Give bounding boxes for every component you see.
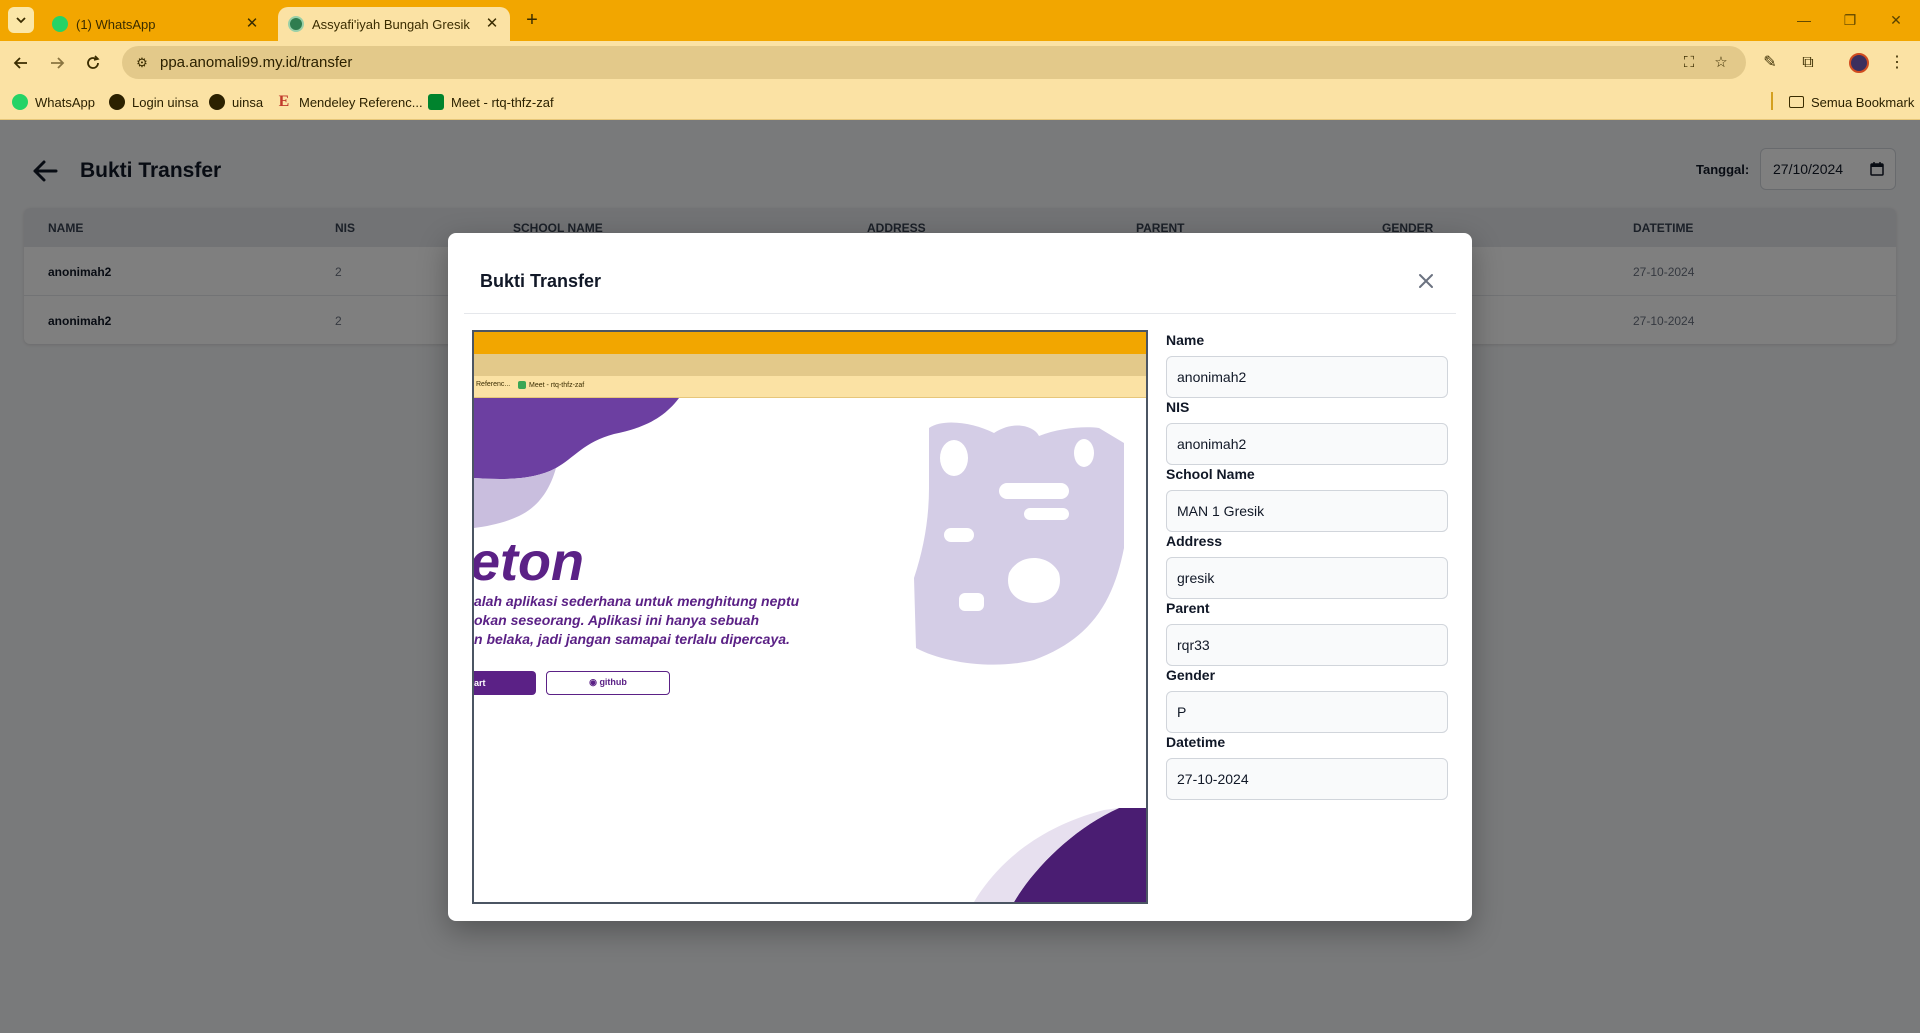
minimize-button[interactable]: —	[1784, 8, 1824, 32]
reload-button[interactable]	[80, 50, 106, 76]
arrow-right-icon	[51, 57, 65, 69]
modal-divider	[464, 313, 1456, 314]
arrow-left-icon	[13, 57, 27, 69]
restore-button[interactable]: ❐	[1830, 8, 1870, 32]
forward-button[interactable]	[44, 50, 70, 76]
field-label: School Name	[1166, 466, 1255, 482]
all-bookmarks-label: Semua Bookmark	[1811, 94, 1915, 110]
tab-title: Assyafi'iyah Bungah Gresik	[312, 16, 470, 32]
address-bar[interactable]: ⚙ ppa.anomali99.my.id/transfer ⛶ ☆	[122, 46, 1746, 79]
tab-whatsapp[interactable]: (1) WhatsApp ✕	[42, 7, 270, 41]
preview-heading: eton	[472, 532, 584, 592]
close-icon[interactable]: ✕	[484, 16, 500, 32]
field-name: Name anonimah2	[1166, 330, 1450, 398]
window-close-button[interactable]: ✕	[1876, 8, 1916, 32]
preview-line: okan seseorang. Aplikasi ini hanya sebua…	[474, 612, 760, 628]
site-favicon-icon	[288, 16, 304, 32]
transfer-proof-image: Referenc... Meet - rtq-thfz-zaf eton ala…	[472, 330, 1148, 904]
school-name-input[interactable]: MAN 1 Gresik	[1166, 490, 1448, 532]
whatsapp-icon	[12, 94, 28, 110]
bookmark-label: Mendeley Referenc...	[299, 94, 423, 110]
meet-icon	[518, 381, 526, 389]
bookmark-label: Login uinsa	[132, 94, 199, 110]
bookmark-label: WhatsApp	[35, 94, 95, 110]
bookmark-mendeley[interactable]: E Mendeley Referenc...	[276, 93, 423, 111]
address-input[interactable]: gresik	[1166, 557, 1448, 599]
back-button[interactable]	[8, 50, 34, 76]
preview-github-button: ◉ github	[546, 671, 670, 695]
all-bookmarks[interactable]: Semua Bookmark	[1789, 93, 1914, 111]
bookmark-login-uinsa[interactable]: Login uinsa	[109, 93, 199, 111]
field-parent: Parent rqr33	[1166, 598, 1450, 666]
field-gender: Gender P	[1166, 665, 1450, 733]
preview-bookmark-label: Meet - rtq-thfz-zaf	[529, 381, 585, 389]
preview-toolbar	[474, 354, 1146, 376]
nis-input[interactable]: anonimah2	[1166, 423, 1448, 465]
translate-icon[interactable]: ⛶	[1678, 52, 1700, 74]
field-address: Address gresik	[1166, 531, 1450, 599]
preview-line: n belaka, jadi jangan samapai terlalu di…	[474, 631, 790, 647]
browser-tab-bar: (1) WhatsApp ✕ Assyafi'iyah Bungah Gresi…	[0, 0, 1920, 41]
field-label: Parent	[1166, 600, 1210, 616]
close-icon[interactable]: ✕	[244, 16, 260, 32]
field-nis: NIS anonimah2	[1166, 397, 1450, 465]
datetime-input[interactable]: 27-10-2024	[1166, 758, 1448, 800]
mendeley-icon: E	[278, 93, 290, 110]
preview-line: alah aplikasi sederhana untuk menghitung…	[474, 593, 800, 609]
gender-input[interactable]: P	[1166, 691, 1448, 733]
preview-github-label: github	[599, 677, 627, 687]
bookmark-label: Meet - rtq-thfz-zaf	[451, 94, 554, 110]
field-datetime: Datetime 27-10-2024	[1166, 732, 1450, 800]
preview-bookmark-meet: Meet - rtq-thfz-zaf	[518, 381, 584, 389]
transfer-proof-modal: Bukti Transfer Referenc... Meet - rtq-th…	[448, 233, 1472, 921]
bookmarks-separator	[1771, 92, 1773, 110]
bookmark-uinsa[interactable]: uinsa	[209, 93, 263, 111]
preview-bookmarks-bar: Referenc... Meet - rtq-thfz-zaf	[474, 376, 1146, 398]
parent-input[interactable]: rqr33	[1166, 624, 1448, 666]
reload-icon	[87, 55, 100, 69]
bookmark-whatsapp[interactable]: WhatsApp	[12, 93, 95, 111]
site-info-icon[interactable]: ⚙	[130, 51, 154, 75]
preview-description: alah aplikasi sederhana untuk menghitung…	[474, 592, 834, 649]
close-icon[interactable]	[1414, 269, 1438, 293]
tab-assyafiiyah[interactable]: Assyafi'iyah Bungah Gresik ✕	[278, 7, 510, 41]
field-label: NIS	[1166, 399, 1190, 415]
browser-toolbar: ⚙ ppa.anomali99.my.id/transfer ⛶ ☆ ✎ ⧉ ⋮	[0, 41, 1920, 84]
preview-bookmark: Referenc...	[476, 381, 511, 388]
profile-avatar[interactable]	[1849, 53, 1869, 73]
field-label: Gender	[1166, 667, 1216, 683]
globe-icon	[209, 94, 225, 110]
tab-search-button[interactable]	[8, 7, 34, 33]
folder-icon	[1789, 96, 1804, 108]
field-school-name: School Name MAN 1 Gresik	[1166, 464, 1450, 532]
field-label: Datetime	[1166, 734, 1226, 750]
pen-extension-icon[interactable]: ✎	[1757, 50, 1783, 76]
chevron-down-icon	[16, 17, 26, 24]
bookmark-meet[interactable]: Meet - rtq-thfz-zaf	[428, 93, 554, 111]
preview-start-button: art	[474, 671, 536, 695]
preview-hero: eton alah aplikasi sederhana untuk mengh…	[474, 398, 1146, 902]
github-icon: ◉	[589, 677, 597, 687]
tab-title: (1) WhatsApp	[76, 16, 156, 32]
meet-icon	[428, 94, 444, 110]
bookmark-star-icon[interactable]: ☆	[1710, 52, 1732, 74]
new-tab-button[interactable]: +	[520, 8, 544, 32]
preview-tab-bar	[474, 332, 1146, 354]
modal-title: Bukti Transfer	[480, 271, 602, 291]
field-label: Address	[1166, 533, 1223, 549]
bookmarks-bar: WhatsApp Login uinsa uinsa E Mendeley Re…	[0, 84, 1920, 120]
field-label: Name	[1166, 332, 1205, 348]
menu-icon[interactable]: ⋮	[1884, 50, 1910, 76]
name-input[interactable]: anonimah2	[1166, 356, 1448, 398]
preview-decoration	[474, 398, 1146, 902]
bookmark-label: uinsa	[232, 94, 264, 110]
globe-icon	[109, 94, 125, 110]
url-text: ppa.anomali99.my.id/transfer	[160, 54, 353, 71]
extensions-icon[interactable]: ⧉	[1795, 50, 1821, 76]
whatsapp-icon	[52, 16, 68, 32]
